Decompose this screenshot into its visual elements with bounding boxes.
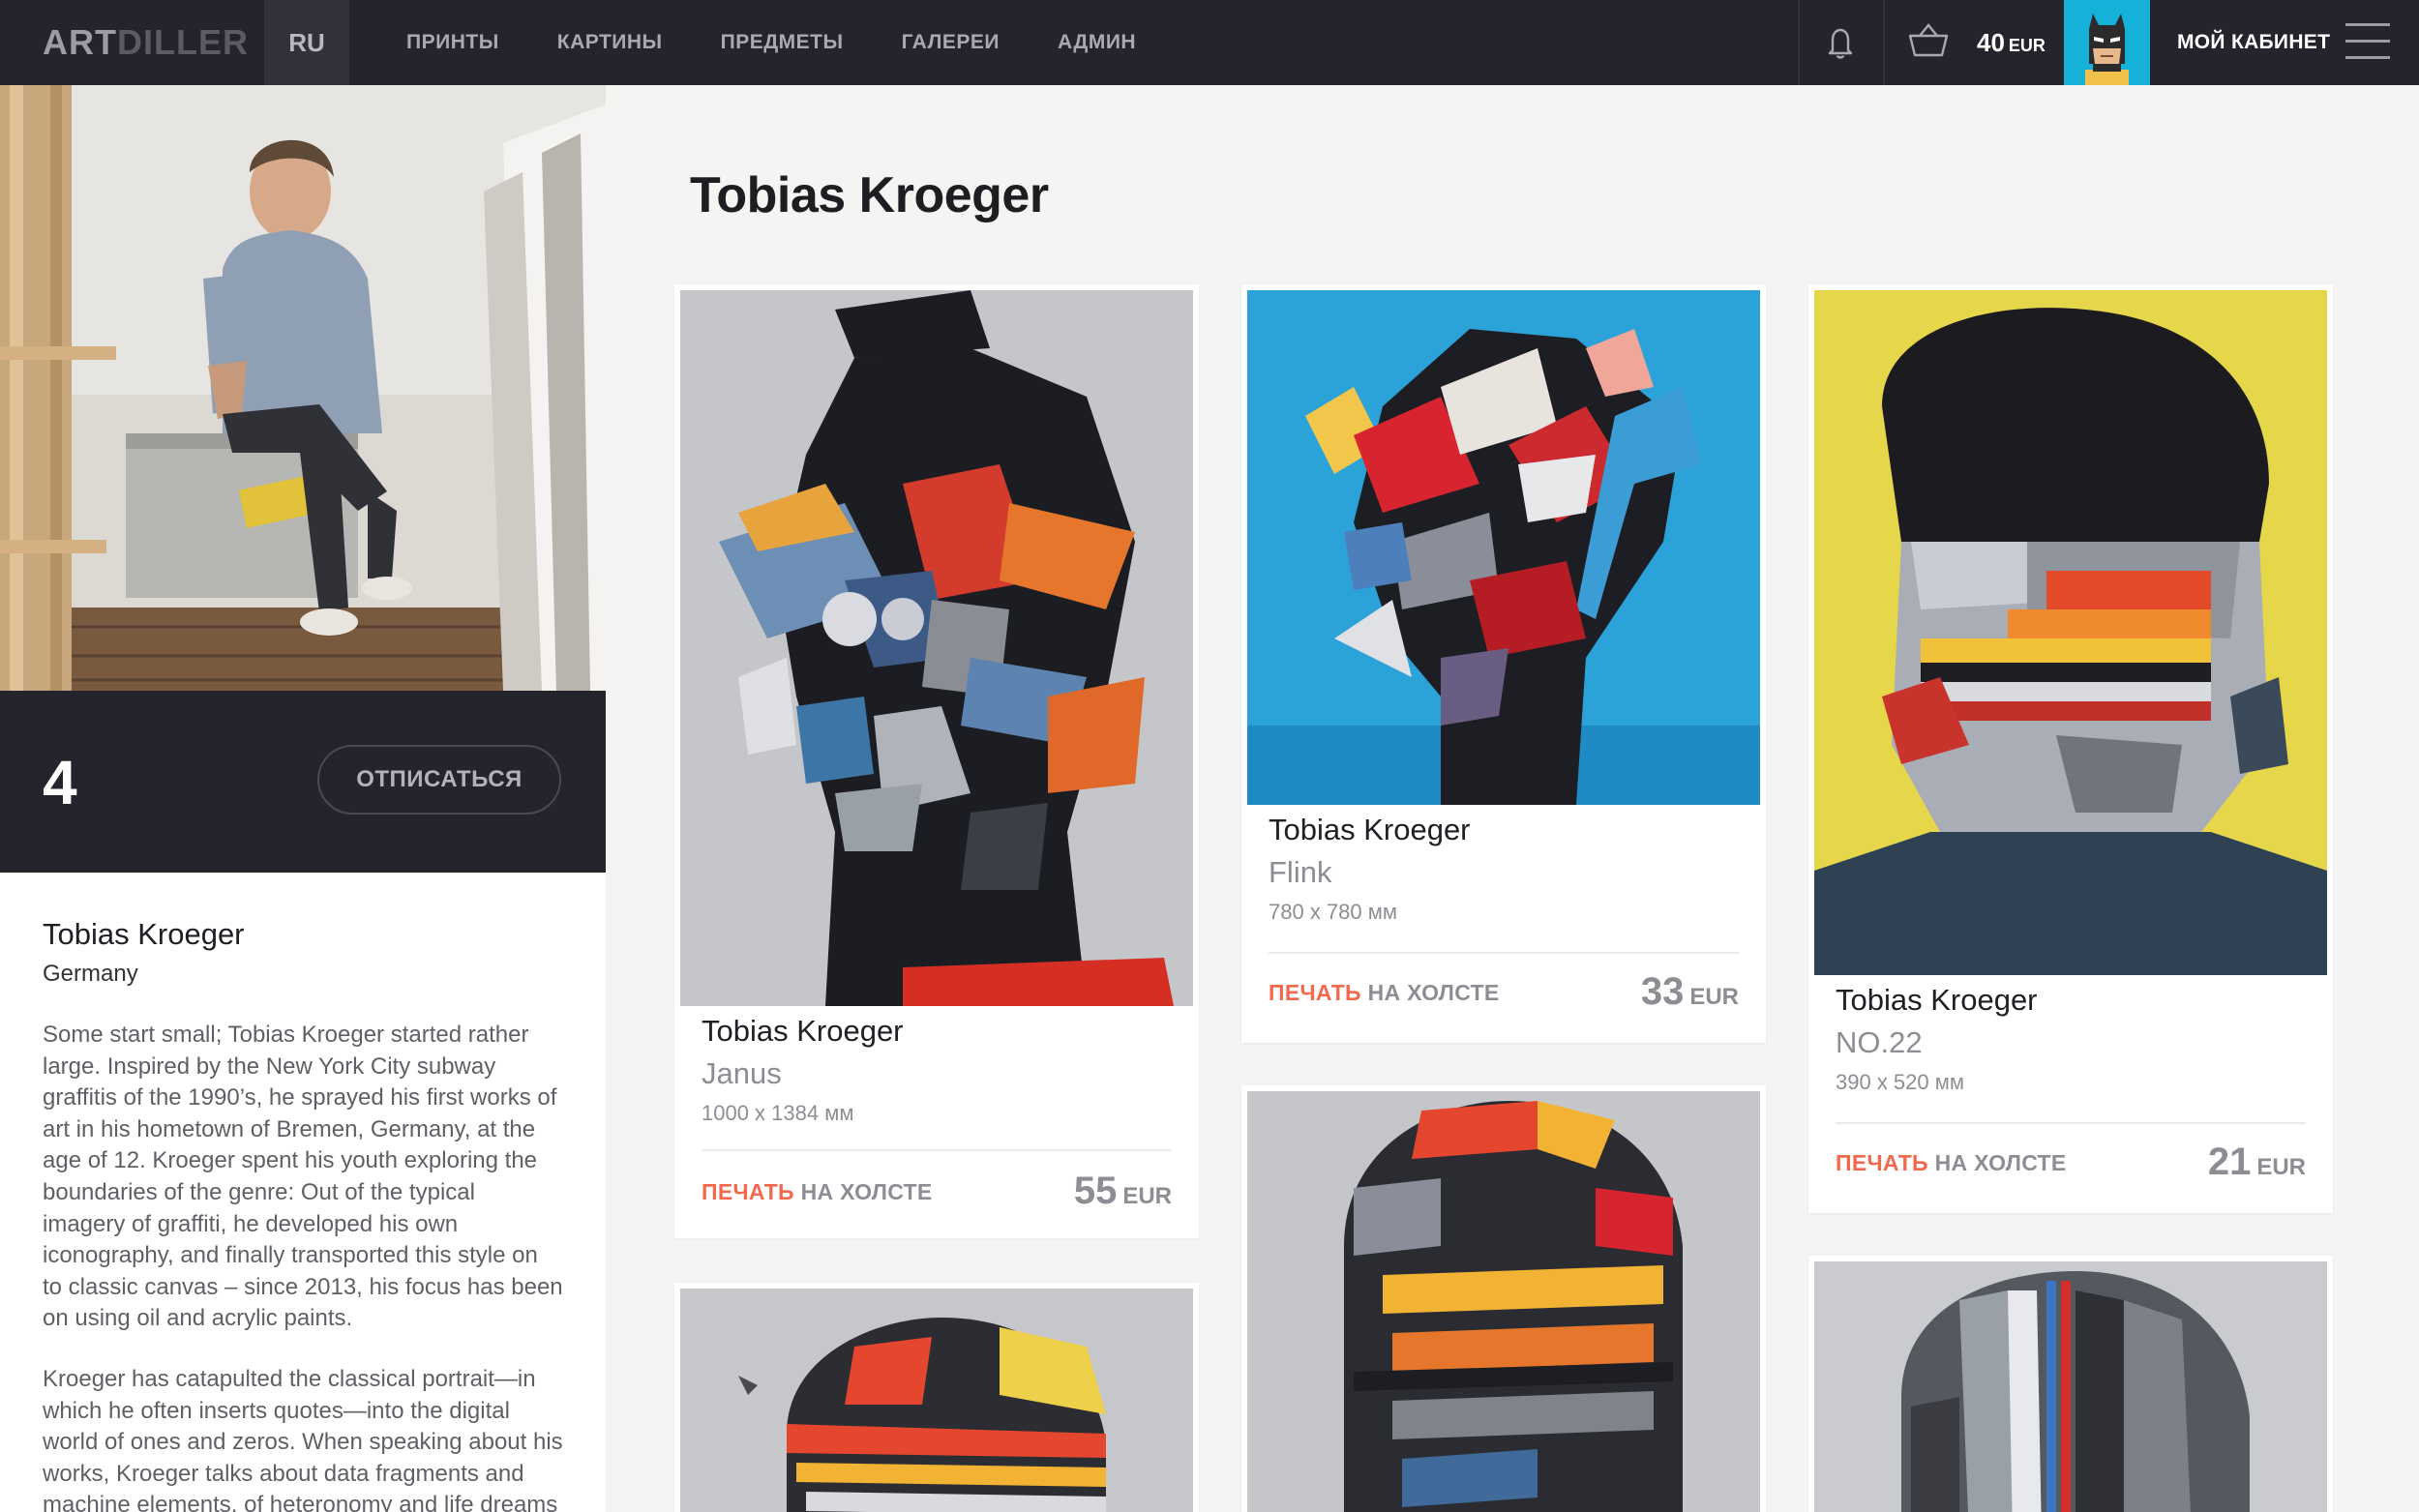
card-title[interactable]: NO.22	[1836, 1023, 1923, 1062]
print-type-highlight: ПЕЧАТЬ	[1269, 980, 1361, 1005]
price-currency: EUR	[1122, 1183, 1172, 1209]
artwork-image[interactable]	[1247, 290, 1760, 805]
page-title: Tobias Kroeger	[690, 167, 1049, 223]
print-type-highlight: ПЕЧАТЬ	[702, 1179, 794, 1204]
card-size: 780 x 780 мм	[1269, 900, 1397, 924]
print-type-rest: НА ХОЛСТЕ	[1927, 1150, 2067, 1175]
artwork-card[interactable]	[1241, 1085, 1766, 1512]
artist-name: Tobias Kroeger	[43, 917, 245, 951]
card-artist[interactable]: Tobias Kroeger	[702, 1012, 904, 1051]
card-price: 55 EUR	[1074, 1169, 1172, 1219]
artwork-image[interactable]	[1247, 1091, 1760, 1512]
nav-item-galleries[interactable]: ГАЛЕРЕИ	[902, 0, 1000, 85]
language-switch[interactable]: RU	[264, 0, 349, 85]
price-value: 33	[1640, 970, 1685, 1013]
print-type[interactable]: ПЕЧАТЬ НА ХОЛСТЕ	[702, 1176, 933, 1207]
card-title[interactable]: Janus	[702, 1054, 782, 1093]
artwork-card[interactable]	[1808, 1256, 2333, 1512]
card-artist[interactable]: Tobias Kroeger	[1269, 811, 1471, 849]
price-value: 21	[2207, 1141, 2252, 1183]
cart-total[interactable]: 40 EUR	[1977, 26, 2046, 62]
followers-count: 4	[43, 748, 77, 817]
artwork-image[interactable]	[680, 290, 1193, 1006]
card-artist[interactable]: Tobias Kroeger	[1836, 981, 2038, 1020]
logo-part-art: ART	[43, 22, 117, 62]
artdiller-logo[interactable]: ARTDILLER	[43, 23, 249, 62]
artwork-card[interactable]: Tobias Kroeger Flink 780 x 780 мм ПЕЧАТЬ…	[1241, 284, 1766, 1043]
artwork-image[interactable]	[1814, 1261, 2327, 1512]
cart-amount: 40	[1977, 28, 2005, 57]
card-divider	[702, 1149, 1172, 1151]
bio-paragraph: Some start small; Tobias Kroeger started…	[43, 1022, 563, 1332]
cart-currency: EUR	[2008, 36, 2046, 55]
nav-item-paintings[interactable]: КАРТИНЫ	[557, 0, 663, 85]
nav-divider	[1798, 0, 1800, 85]
card-divider	[1269, 952, 1739, 954]
basket-icon[interactable]	[1906, 21, 1951, 60]
nav-divider	[1883, 0, 1885, 85]
price-value: 55	[1073, 1170, 1118, 1212]
price-currency: EUR	[2256, 1154, 2306, 1180]
artwork-card[interactable]: Tobias Kroeger Janus 1000 x 1384 мм ПЕЧА…	[674, 284, 1199, 1238]
card-size: 390 x 520 мм	[1836, 1070, 1964, 1094]
nav-item-admin[interactable]: АДМИН	[1058, 0, 1136, 85]
card-size: 1000 x 1384 мм	[702, 1101, 854, 1125]
card-divider	[1836, 1122, 2306, 1124]
logo-part-diller: DILLER	[117, 22, 249, 62]
bio-paragraph: Kroeger has catapulted the classical por…	[43, 1365, 563, 1512]
artwork-card[interactable]: Tobias Kroeger NO.22 390 x 520 мм ПЕЧАТЬ…	[1808, 284, 2333, 1213]
card-title[interactable]: Flink	[1269, 853, 1331, 892]
artwork-card[interactable]	[674, 1283, 1199, 1512]
nav-item-prints[interactable]: ПРИНТЫ	[406, 0, 499, 85]
menu-icon[interactable]	[2345, 23, 2390, 62]
print-type-highlight: ПЕЧАТЬ	[1836, 1150, 1928, 1175]
artist-stats: 4 ОТПИСАТЬСЯ	[0, 691, 606, 873]
price-currency: EUR	[1689, 984, 1739, 1010]
artist-country: Germany	[43, 961, 138, 987]
artist-bio: Tobias Kroeger Germany Some start small;…	[0, 873, 606, 1512]
print-type[interactable]: ПЕЧАТЬ НА ХОЛСТЕ	[1269, 977, 1500, 1008]
artwork-image[interactable]	[1814, 290, 2327, 975]
bell-icon[interactable]	[1821, 23, 1860, 62]
nav-item-objects[interactable]: ПРЕДМЕТЫ	[721, 0, 844, 85]
print-type-rest: НА ХОЛСТЕ	[793, 1179, 933, 1204]
print-type-rest: НА ХОЛСТЕ	[1360, 980, 1500, 1005]
card-price: 21 EUR	[2208, 1140, 2306, 1190]
my-cabinet-link[interactable]: МОЙ КАБИНЕТ	[2177, 27, 2330, 58]
avatar[interactable]	[2064, 0, 2150, 85]
artwork-image[interactable]	[680, 1289, 1193, 1512]
artist-photo	[0, 85, 606, 691]
card-price: 33 EUR	[1641, 969, 1739, 1020]
top-navigation-bar: ARTDILLER RU ПРИНТЫ КАРТИНЫ ПРЕДМЕТЫ ГАЛ…	[0, 0, 2419, 85]
print-type[interactable]: ПЕЧАТЬ НА ХОЛСТЕ	[1836, 1147, 2067, 1178]
main-nav: ПРИНТЫ КАРТИНЫ ПРЕДМЕТЫ ГАЛЕРЕИ АДМИН	[406, 0, 1194, 85]
unsubscribe-button[interactable]: ОТПИСАТЬСЯ	[317, 745, 561, 815]
